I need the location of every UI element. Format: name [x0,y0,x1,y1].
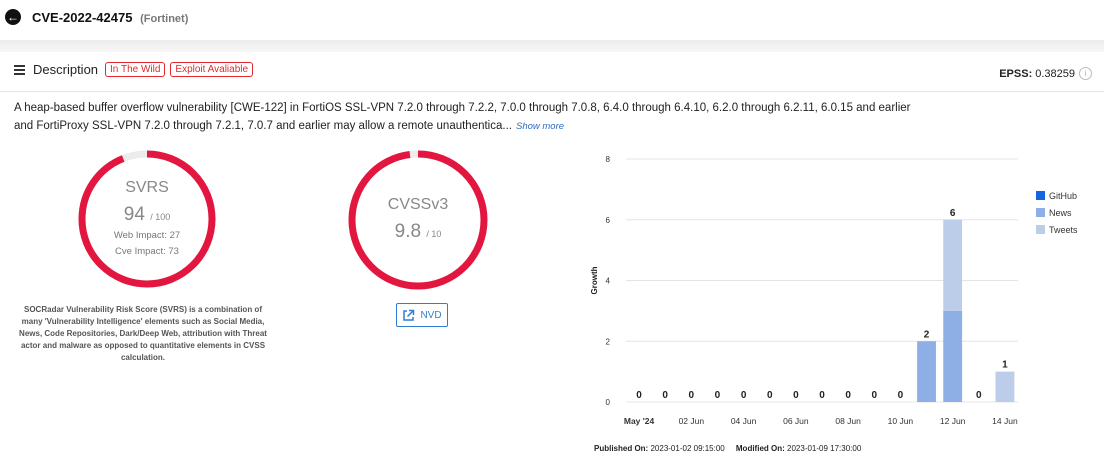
x-tick-label: 08 Jun [835,416,861,426]
x-tick-label: 06 Jun [783,416,809,426]
divider [0,91,1104,92]
cvss-score-line: 9.8 / 10 [346,221,490,243]
data-label: 1 [1002,360,1008,371]
bar-segment-tweets [943,219,963,311]
cvss-gauge: CVSSv3 9.8 / 10 [346,148,490,292]
data-label: 0 [793,390,799,401]
published-value: 2023-01-02 09:15:00 [650,444,725,453]
svrs-label: SVRS [125,179,169,196]
x-tick-label: May '24 [624,416,655,426]
cvss-ring-arc [348,150,488,290]
svrs-score: 94 [123,204,145,225]
epss-label: EPSS: [999,67,1033,80]
back-arrow-icon[interactable]: ← [5,9,21,25]
data-label: 6 [950,208,956,219]
modified-value: 2023-01-09 17:30:00 [787,444,862,453]
top-bar: ← CVE-2022-42475 (Fortinet) [0,0,1104,40]
svrs-gauge: SVRS 94 / 100 Web Impact: 27 Cve Impact:… [76,148,218,290]
data-label: 2 [924,329,930,340]
show-more-link[interactable]: Show more [516,121,564,132]
x-tick-label: 04 Jun [731,416,757,426]
legend-item-tweets[interactable]: Tweets [1036,221,1078,238]
description-line-2: and FortiProxy SSL-VPN 7.2.0 through 7.2… [14,117,934,136]
y-axis-label: Growth [590,266,599,294]
cvss-score: 9.8 [394,221,422,242]
description-header: Description In The Wild Exploit Avaliabl… [14,62,258,77]
epss-value: 0.38259 [1035,67,1075,80]
list-icon [14,64,25,75]
data-label: 0 [767,390,773,401]
legend-label-news: News [1049,207,1072,218]
description-text: A heap-based buffer overflow vulnerabili… [14,99,934,136]
data-label: 0 [715,390,721,401]
legend-label-tweets: Tweets [1049,224,1078,235]
modified-label: Modified On: [735,444,785,453]
description-title: Description [33,62,99,77]
published-label: Published On: [594,444,649,453]
data-label: 0 [636,390,642,401]
data-label: 0 [689,390,695,401]
y-tick-label: 8 [606,155,611,164]
cvss-max: / 10 [426,229,442,239]
svrs-explanation: SOCRadar Vulnerability Risk Score (SVRS)… [19,305,267,362]
x-tick-label: 02 Jun [679,416,705,426]
tag-in-the-wild: In The Wild [105,62,166,77]
cvss-label: CVSSv3 [387,196,449,213]
x-tick-label: 10 Jun [888,416,914,426]
svrs-cve-impact: Cve Impact: 73 [115,246,179,257]
legend-swatch-github [1036,191,1045,200]
data-label: 0 [845,390,851,401]
chart-legend: GitHub News Tweets [1036,187,1078,238]
bar-segment-tweets [995,371,1015,402]
legend-swatch-news [1036,208,1045,217]
data-label: 0 [741,390,747,401]
cvss-ring-svg [348,150,488,290]
description-line-1: A heap-based buffer overflow vulnerabili… [14,102,911,114]
page-title: CVE-2022-42475 (Fortinet) [32,10,188,25]
y-tick-label: 6 [606,216,611,225]
tag-exploit-available: Exploit Avaliable [170,62,254,77]
data-label: 0 [662,390,668,401]
data-label: 0 [871,390,877,401]
x-tick-label: 14 Jun [992,416,1018,426]
legend-swatch-tweets [1036,225,1045,234]
svrs-web-impact: Web Impact: 27 [113,230,181,241]
legend-item-github[interactable]: GitHub [1036,187,1078,204]
data-label: 0 [898,390,904,401]
bar-segment-news [943,310,963,402]
y-tick-label: 2 [606,337,611,346]
epss-score: EPSS: 0.38259 i [999,67,1092,80]
description-line-2-text: and FortiProxy SSL-VPN 7.2.0 through 7.2… [14,120,512,132]
y-tick-label: 0 [606,398,611,407]
nvd-button[interactable]: NVD [396,303,448,327]
dates-footer: Published On: 2023-01-02 09:15:00 Modifi… [594,444,861,453]
cve-id: CVE-2022-42475 [32,10,133,25]
info-icon[interactable]: i [1079,67,1092,80]
legend-item-news[interactable]: News [1036,204,1078,221]
data-label: 0 [819,390,825,401]
header-shadow [0,40,1104,52]
bar-segment-news [917,341,936,402]
data-label: 0 [976,390,982,401]
growth-chart: 0 2 4 6 8 Growth 0 May '24 0 0 02 Jun 0 0 04 Jun 0 0 06 … [590,155,1018,426]
y-tick-label: 4 [606,277,611,286]
x-tick-label: 12 Jun [940,416,966,426]
external-link-icon [403,309,415,321]
nvd-label: NVD [420,309,442,321]
svrs-score-line: 94 / 100 [76,204,218,226]
svrs-max: / 100 [150,212,171,222]
cve-vendor: (Fortinet) [140,13,189,25]
legend-label-github: GitHub [1049,190,1078,201]
